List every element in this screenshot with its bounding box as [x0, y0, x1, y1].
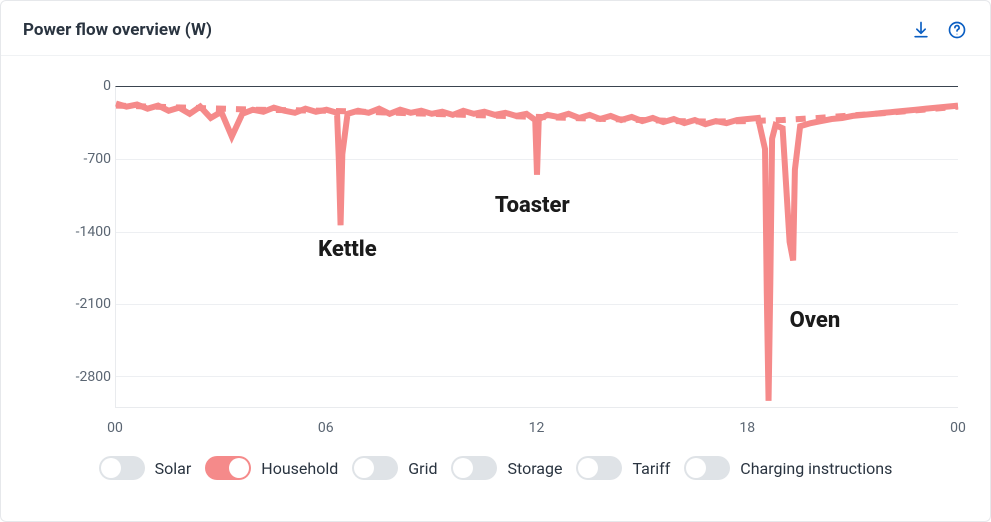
power-flow-card: Power flow overview (W) 0 -700 -1400 -: [0, 0, 991, 522]
y-tick-4: -2800: [76, 369, 111, 385]
card-title: Power flow overview (W): [23, 20, 212, 40]
download-icon: [911, 20, 931, 40]
toggle-household[interactable]: [205, 456, 251, 480]
download-button[interactable]: [910, 19, 932, 41]
toggle-charging-instructions[interactable]: [684, 456, 730, 480]
toggle-tariff[interactable]: [576, 456, 622, 480]
header-actions: [910, 19, 968, 41]
x-tick-4: 00: [950, 420, 966, 436]
y-tick-2: -1400: [76, 224, 111, 240]
x-tick-1: 06: [318, 420, 334, 436]
toggle-household-label: Household: [261, 459, 338, 478]
x-tick-3: 18: [739, 420, 755, 436]
toggle-storage-item: Storage: [451, 456, 562, 480]
y-tick-0: 0: [103, 78, 111, 94]
toggle-household-item: Household: [205, 456, 338, 480]
annotation-toaster: Toaster: [495, 193, 570, 218]
toggle-grid[interactable]: [352, 456, 398, 480]
legend-row: Solar Household Grid Storage Tariff Char…: [1, 446, 990, 500]
toggle-storage-label: Storage: [507, 459, 562, 478]
series-svg: [116, 87, 958, 407]
toggle-charging-item: Charging instructions: [684, 456, 892, 480]
toggle-solar[interactable]: [99, 456, 145, 480]
x-tick-2: 12: [529, 420, 545, 436]
plot-rect: Kettle Toaster Oven: [115, 86, 958, 408]
toggle-tariff-item: Tariff: [576, 456, 670, 480]
y-tick-1: -700: [84, 151, 111, 167]
x-tick-0: 00: [107, 420, 123, 436]
chart-area: 0 -700 -1400 -2100 -2800 Kettle Toaster …: [1, 56, 990, 446]
y-tick-3: -2100: [76, 296, 111, 312]
toggle-solar-item: Solar: [99, 456, 192, 480]
toggle-tariff-label: Tariff: [632, 459, 670, 478]
card-header: Power flow overview (W): [1, 1, 990, 56]
help-icon: [947, 20, 967, 40]
annotation-kettle: Kettle: [318, 237, 377, 262]
help-button[interactable]: [946, 19, 968, 41]
toggle-grid-item: Grid: [352, 456, 437, 480]
chart-canvas: 0 -700 -1400 -2100 -2800 Kettle Toaster …: [23, 74, 968, 446]
toggle-storage[interactable]: [451, 456, 497, 480]
toggle-charging-label: Charging instructions: [740, 459, 892, 478]
toggle-solar-label: Solar: [155, 459, 192, 478]
annotation-oven: Oven: [790, 308, 841, 333]
toggle-grid-label: Grid: [408, 459, 437, 478]
